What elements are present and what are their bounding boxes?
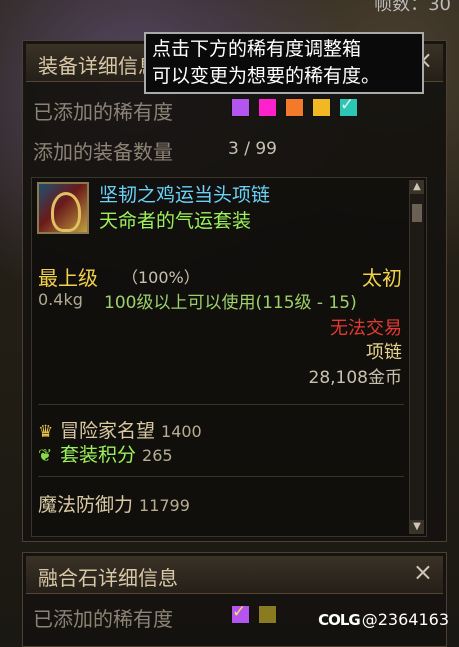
fps-counter: 帧数：30 xyxy=(374,0,451,15)
watermark: COLG @2364163 xyxy=(318,610,449,629)
equip-count-label: 添加的装备数量 xyxy=(33,140,173,164)
set-points-label: 套装积分 xyxy=(60,444,137,466)
item-name: 坚韧之鸡运当头项链 xyxy=(99,184,271,206)
necklace-item-icon[interactable] xyxy=(37,182,89,234)
equipment-detail-panel: 装备详细信息 × 已添加的稀有度 ✓ 添加的装备数量 3 / 99 坚韧之鸡运当… xyxy=(22,40,447,542)
rarity-epic-toggle[interactable]: ✓ xyxy=(231,602,250,624)
panel-header: 融合石详细信息 × xyxy=(26,556,443,594)
rarity-gold-toggle[interactable] xyxy=(312,98,331,117)
set-points-icon: ❦ xyxy=(38,446,53,466)
rarity-label: 已添加的稀有度 xyxy=(33,100,173,124)
rarity-epic-toggle[interactable] xyxy=(231,98,250,117)
item-weight: 0.4kg xyxy=(38,290,83,309)
equip-count-value: 3 / 99 xyxy=(228,139,277,159)
set-points-value: 265 xyxy=(142,446,173,465)
item-tier: 太初 xyxy=(362,266,402,290)
tooltip-line: 可以变更为想要的稀有度。 xyxy=(152,65,381,87)
item-level-requirement: 100级以上可以使用(115级 - 15) xyxy=(104,293,357,313)
item-set-name: 天命者的气运套装 xyxy=(99,210,252,232)
colg-logo: COLG xyxy=(318,611,361,629)
item-trade-status: 无法交易 xyxy=(330,318,402,339)
item-grade-percent: （100%） xyxy=(122,268,200,287)
fame-value: 1400 xyxy=(161,422,202,441)
fusion-stone-detail-panel: 融合石详细信息 × 已添加的稀有度 ✓ xyxy=(22,552,447,647)
magic-defense-value: 11799 xyxy=(139,496,190,515)
rarity-gold-toggle[interactable] xyxy=(258,605,277,624)
tooltip-line: 点击下方的稀有度调整箱 xyxy=(152,38,362,60)
item-price: 28,108金币 xyxy=(308,368,402,388)
rarity-pink-toggle[interactable] xyxy=(258,98,277,117)
scroll-thumb[interactable] xyxy=(412,204,422,222)
divider xyxy=(38,476,404,477)
divider xyxy=(38,404,404,405)
panel-title: 装备详细信息 xyxy=(38,54,158,78)
scroll-down-icon[interactable]: ▼ xyxy=(410,520,424,534)
item-grade: 最上级 xyxy=(38,266,98,290)
scroll-up-icon[interactable]: ▲ xyxy=(410,180,424,194)
item-slot: 项链 xyxy=(366,342,402,363)
fame-label: 冒险家名望 xyxy=(60,420,156,442)
fame-stat: ♛ 冒险家名望 1400 xyxy=(38,416,202,443)
fame-icon: ♛ xyxy=(38,422,54,442)
rarity-selector: ✓ xyxy=(231,95,358,117)
magic-defense-label: 魔法防御力 xyxy=(38,494,134,516)
watermark-user: @2364163 xyxy=(361,610,449,629)
rarity-label: 已添加的稀有度 xyxy=(33,607,173,631)
magic-defense-stat: 魔法防御力 11799 xyxy=(38,490,190,517)
set-points-stat: ❦ 套装积分 265 xyxy=(38,440,173,467)
panel-title: 融合石详细信息 xyxy=(38,566,178,590)
rarity-primeval-toggle[interactable]: ✓ xyxy=(339,95,358,117)
rarity-selector: ✓ xyxy=(231,602,277,624)
check-icon: ✓ xyxy=(340,95,355,115)
tooltip-scrollbar[interactable]: ▲ ▼ xyxy=(409,180,424,534)
rarity-legendary-toggle[interactable] xyxy=(285,98,304,117)
rarity-hint-tooltip: 点击下方的稀有度调整箱 可以变更为想要的稀有度。 xyxy=(144,32,424,94)
item-tooltip: 坚韧之鸡运当头项链 天命者的气运套装 最上级 （100%） 太初 0.4kg 1… xyxy=(31,177,427,537)
close-button[interactable]: × xyxy=(413,558,433,586)
check-icon: ✓ xyxy=(232,602,247,622)
